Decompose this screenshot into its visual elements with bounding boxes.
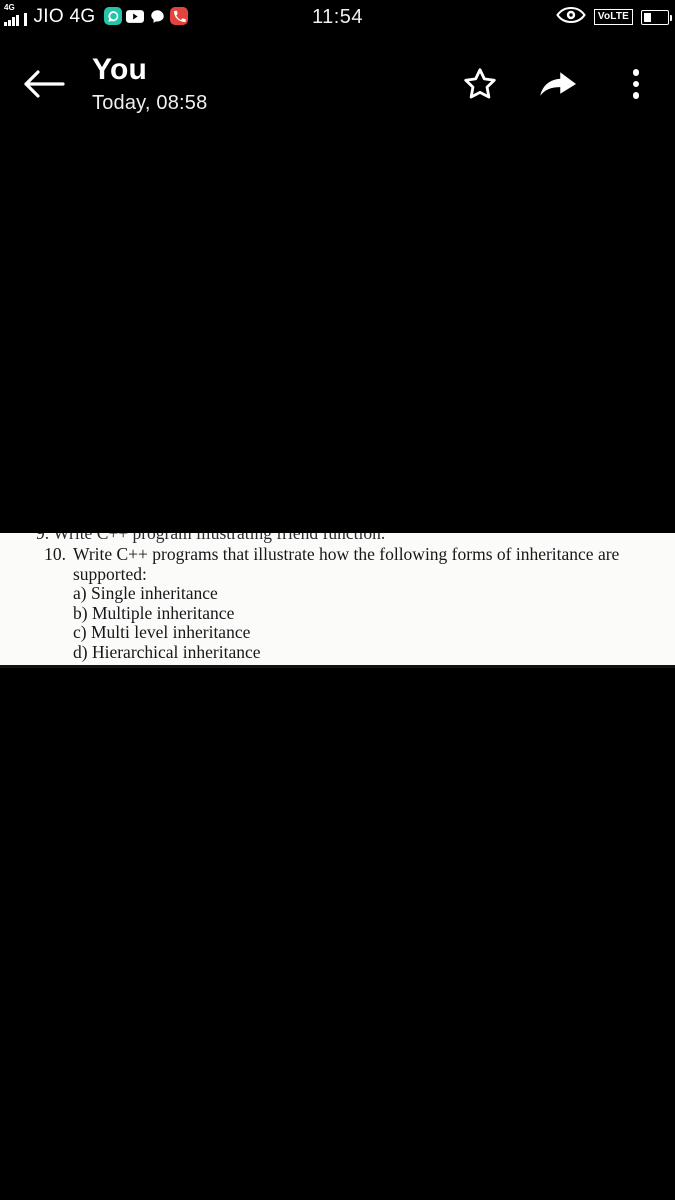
question-number: 10. bbox=[44, 544, 66, 564]
youtube-notification-icon bbox=[126, 7, 145, 25]
eye-care-icon bbox=[556, 6, 586, 28]
more-options-button[interactable] bbox=[597, 34, 675, 134]
document-question-row: 10. Write C++ programs that illustrate h… bbox=[0, 544, 675, 564]
back-button[interactable] bbox=[0, 34, 88, 134]
back-arrow-icon bbox=[24, 70, 65, 98]
question-option-d: d) Hierarchical inheritance bbox=[73, 641, 261, 662]
question-option-c: c) Multi level inheritance bbox=[73, 622, 251, 643]
document-bottom-edge bbox=[0, 665, 675, 668]
app-bar-actions bbox=[441, 34, 675, 134]
attachment-document-image[interactable]: 9. Write C++ program illustrating friend… bbox=[0, 533, 675, 668]
question-text-line1: Write C++ programs that illustrate how t… bbox=[73, 544, 620, 564]
notification-icons bbox=[104, 7, 189, 25]
message-notification-icon bbox=[148, 7, 166, 25]
signal-bars-secondary-icon bbox=[23, 13, 27, 26]
signal-network-label: 4G bbox=[4, 3, 15, 12]
overflow-menu-icon bbox=[632, 69, 640, 99]
status-bar-left: 4G JIO 4G bbox=[0, 0, 189, 34]
forward-arrow-icon bbox=[540, 72, 576, 96]
signal-bars-glyph bbox=[4, 13, 19, 26]
document-clipped-line: 9. Write C++ program illustrating friend… bbox=[36, 533, 386, 543]
carrier-label: JIO 4G bbox=[33, 6, 96, 27]
missed-call-notification-icon bbox=[170, 7, 189, 25]
battery-icon bbox=[641, 9, 672, 25]
conversation-titles: You Today, 08:58 bbox=[88, 53, 441, 116]
phone-screen: 4G JIO 4G 11:54 VoLTE You Today, 08:58 9… bbox=[0, 0, 675, 1200]
message-body: 9. Write C++ program illustrating friend… bbox=[0, 134, 675, 1200]
whatsapp-notification-icon bbox=[104, 7, 123, 25]
app-bar: You Today, 08:58 bbox=[0, 34, 675, 134]
document-content: 10. Write C++ programs that illustrate h… bbox=[0, 544, 675, 662]
status-bar-clock: 11:54 bbox=[311, 5, 364, 28]
forward-button[interactable] bbox=[519, 34, 597, 134]
status-bar: 4G JIO 4G 11:54 VoLTE bbox=[0, 0, 675, 34]
status-bar-right: VoLTE bbox=[556, 0, 672, 34]
question-option-a: a) Single inheritance bbox=[73, 583, 218, 603]
question-option-b: b) Multiple inheritance bbox=[73, 602, 235, 623]
signal-bars-icon: 4G bbox=[4, 3, 19, 26]
message-timestamp: Today, 08:58 bbox=[92, 91, 208, 114]
star-button[interactable] bbox=[441, 34, 519, 134]
question-text-line2: supported: bbox=[73, 564, 147, 584]
page-title: You bbox=[92, 52, 148, 86]
star-icon bbox=[464, 68, 496, 99]
volte-icon: VoLTE bbox=[593, 9, 633, 25]
